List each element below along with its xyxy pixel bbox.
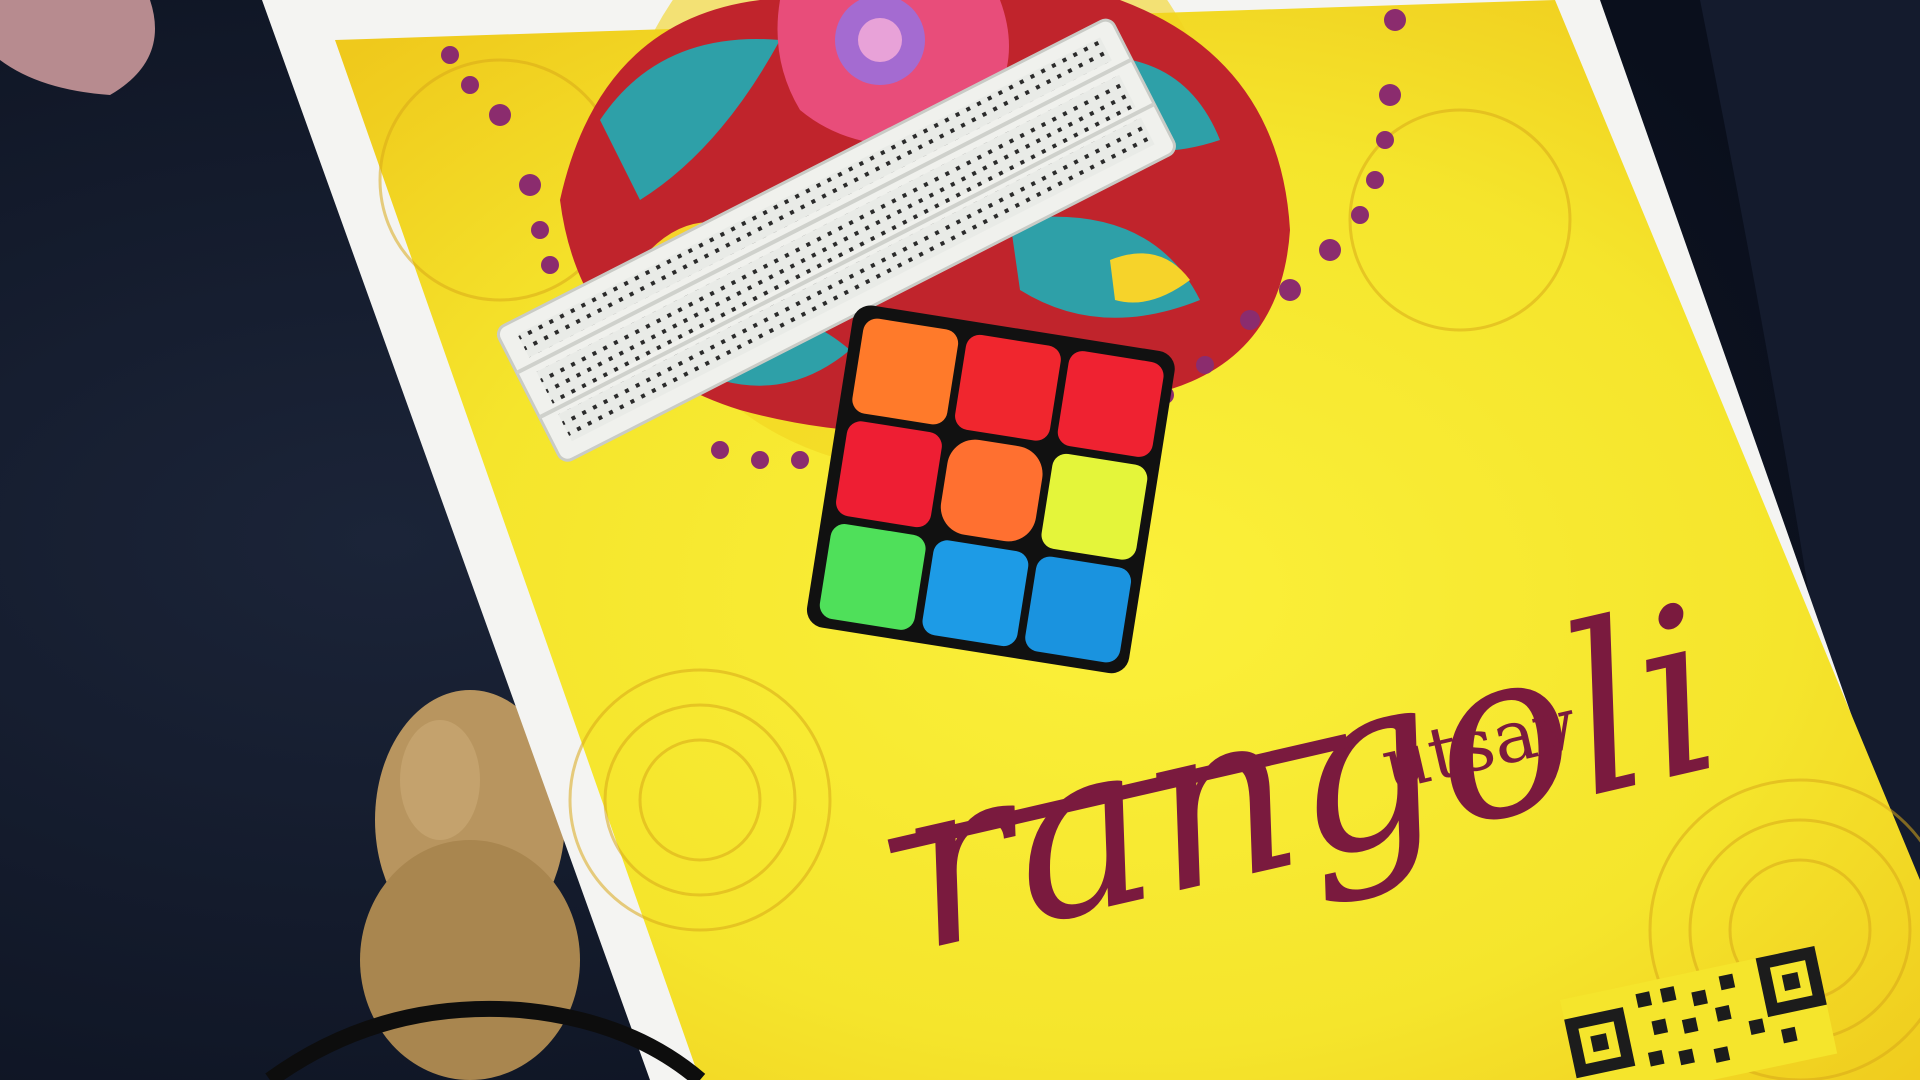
photo-canvas: rangoli utsav <box>0 0 1920 1080</box>
cube-sticker-orange <box>852 318 959 425</box>
cube-sticker-orange <box>940 439 1043 542</box>
cube-sticker-red <box>1057 351 1164 457</box>
rubiks-cube <box>806 305 1175 674</box>
cube-sticker-blue <box>922 540 1029 647</box>
cube-sticker-yellow <box>1041 453 1148 560</box>
cube-sticker-green <box>819 524 926 630</box>
cube-sticker-red <box>836 421 942 528</box>
cube-sticker-red <box>955 334 1061 441</box>
photo-scene: rangoli utsav <box>0 0 1920 1080</box>
cube-sticker-blue <box>1025 556 1132 663</box>
